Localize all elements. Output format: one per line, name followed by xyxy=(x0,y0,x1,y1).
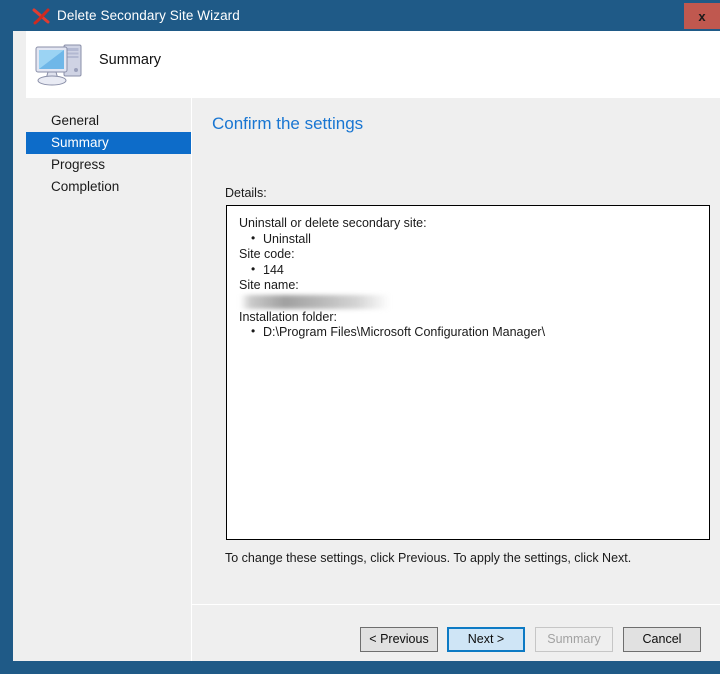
wizard-window: Delete Secondary Site Wizard x Summary G… xyxy=(0,0,720,674)
detail-heading: Installation folder: xyxy=(239,309,337,324)
detail-bullet: D:\Program Files\Microsoft Configuration… xyxy=(239,324,703,341)
sidebar-item-summary[interactable]: Summary xyxy=(26,132,191,154)
page-title: Summary xyxy=(99,52,162,68)
red-x-wizard-icon xyxy=(31,6,51,26)
detail-heading: Uninstall or delete secondary site: xyxy=(239,216,427,230)
sidebar-item-completion[interactable]: Completion xyxy=(26,176,191,198)
wizard-steps-sidebar: General Summary Progress Completion xyxy=(26,98,191,661)
wizard-header: Summary xyxy=(26,31,720,98)
wizard-footer: < Previous Next > Summary Cancel xyxy=(192,605,720,661)
computer-icon xyxy=(31,39,91,89)
next-button[interactable]: Next > xyxy=(447,627,525,652)
details-content: Uninstall or delete secondary site:Unins… xyxy=(239,216,703,341)
sidebar-item-label: Summary xyxy=(51,135,109,150)
sidebar-item-general[interactable]: General xyxy=(26,110,191,132)
cancel-button[interactable]: Cancel xyxy=(623,627,701,652)
detail-heading: Site name: xyxy=(239,278,299,292)
close-button[interactable]: x xyxy=(684,3,720,29)
previous-button[interactable]: < Previous xyxy=(360,627,438,652)
window-title: Delete Secondary Site Wizard xyxy=(57,8,240,23)
summary-button: Summary xyxy=(535,627,613,652)
sidebar-item-label: Progress xyxy=(51,157,106,172)
title-bar: Delete Secondary Site Wizard x xyxy=(13,0,720,31)
content-heading: Confirm the settings xyxy=(212,114,364,133)
footnote-text: To change these settings, click Previous… xyxy=(225,551,632,565)
redacted-site-name xyxy=(240,294,390,309)
detail-heading: Site code: xyxy=(239,247,295,261)
close-icon: x xyxy=(698,8,706,24)
details-label: Details: xyxy=(225,186,267,200)
detail-bullet: 144 xyxy=(239,262,703,279)
sidebar-item-label: Completion xyxy=(51,179,120,194)
wizard-main-pane: Confirm the settings Details: Uninstall … xyxy=(192,98,720,661)
sidebar-item-progress[interactable]: Progress xyxy=(26,154,191,176)
detail-bullet: Uninstall xyxy=(239,231,703,248)
sidebar-item-label: General xyxy=(51,113,100,128)
details-textbox[interactable]: Uninstall or delete secondary site:Unins… xyxy=(226,205,710,540)
wizard-body: General Summary Progress Completion Conf… xyxy=(26,98,720,661)
